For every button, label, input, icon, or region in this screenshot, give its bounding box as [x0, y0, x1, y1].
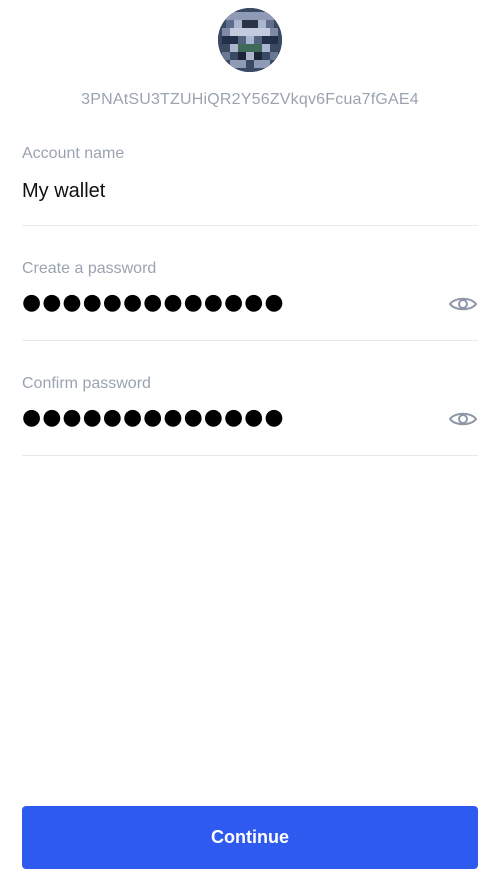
continue-button[interactable]: Continue: [22, 806, 478, 869]
create-password-label: Create a password: [22, 260, 157, 277]
confirm-password-field[interactable]: Confirm password ●●●●●●●●●●●●●: [22, 375, 478, 456]
create-password-field[interactable]: Create a password ●●●●●●●●●●●●●: [22, 260, 478, 341]
account-name-input[interactable]: My wallet: [22, 180, 105, 203]
account-avatar: [218, 8, 282, 72]
eye-icon[interactable]: [448, 409, 478, 429]
create-password-input[interactable]: ●●●●●●●●●●●●●: [22, 290, 285, 315]
account-name-field[interactable]: Account name My wallet: [22, 145, 478, 226]
account-name-label: Account name: [22, 145, 125, 162]
confirm-password-input[interactable]: ●●●●●●●●●●●●●: [22, 405, 285, 430]
identicon-avatar-icon: [218, 8, 282, 72]
confirm-password-label: Confirm password: [22, 375, 151, 392]
account-address: 3PNAtSU3TZUHiQR2Y56ZVkqv6Fcua7fGAE4: [81, 91, 419, 108]
eye-icon[interactable]: [448, 294, 478, 314]
